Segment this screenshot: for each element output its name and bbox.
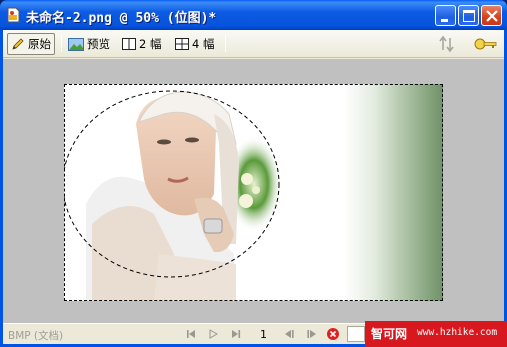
close-icon xyxy=(486,10,498,22)
maximize-button[interactable] xyxy=(458,5,479,26)
window-client: 原始 预览 2 幅 4 幅 BMP (文档) 1 xyxy=(3,30,504,344)
portrait-photo xyxy=(64,90,282,301)
two-pane-icon xyxy=(122,38,136,50)
sort-button[interactable] xyxy=(435,33,461,55)
toolbar-divider xyxy=(225,35,226,52)
image-window: 未命名-2.png @ 50% (位图)* 原始 预览 2 幅 4 幅 BMP … xyxy=(0,0,507,347)
pencil-icon xyxy=(12,38,24,50)
sort-icon xyxy=(439,35,454,53)
stop-icon[interactable] xyxy=(326,327,340,341)
original-view-label: 原始 xyxy=(28,37,51,51)
window-title: 未命名-2.png @ 50% (位图)* xyxy=(26,11,217,26)
site-watermark: 智可网 www.hzhike.com xyxy=(365,321,507,347)
two-up-view-label: 2 幅 xyxy=(139,37,162,51)
preview-view-button[interactable]: 预览 xyxy=(65,33,113,55)
next-frame-icon[interactable] xyxy=(305,327,319,341)
minimize-button[interactable] xyxy=(435,5,456,26)
file-format-label: BMP (文档) xyxy=(8,330,64,342)
four-pane-icon xyxy=(175,38,189,50)
status-panel xyxy=(347,326,365,342)
document-icon xyxy=(7,7,20,23)
key-icon xyxy=(474,38,497,50)
first-frame-icon[interactable] xyxy=(184,327,198,341)
four-up-view-label: 4 幅 xyxy=(192,37,215,51)
frame-number: 1 xyxy=(260,328,267,341)
landscape-icon xyxy=(68,37,84,51)
close-button[interactable] xyxy=(481,5,502,26)
watermark-brand: 智可网 xyxy=(371,327,408,341)
previous-frame-icon[interactable] xyxy=(282,327,296,341)
title-bar[interactable]: 未命名-2.png @ 50% (位图)* xyxy=(0,0,507,30)
watermark-url: www.hzhike.com xyxy=(417,327,498,338)
original-view-button[interactable]: 原始 xyxy=(7,33,55,55)
preview-view-label: 预览 xyxy=(87,37,110,51)
toolbar-divider xyxy=(61,35,62,52)
image-canvas[interactable] xyxy=(64,84,443,301)
canvas-area[interactable] xyxy=(3,59,504,323)
four-up-view-button[interactable]: 4 幅 xyxy=(172,33,217,55)
last-frame-icon[interactable] xyxy=(229,327,243,341)
minimize-icon xyxy=(441,19,448,22)
play-icon[interactable] xyxy=(206,327,220,341)
key-button[interactable] xyxy=(471,33,501,55)
maximize-icon xyxy=(463,10,475,22)
two-up-view-button[interactable]: 2 幅 xyxy=(119,33,164,55)
view-toolbar: 原始 预览 2 幅 4 幅 xyxy=(3,30,504,58)
